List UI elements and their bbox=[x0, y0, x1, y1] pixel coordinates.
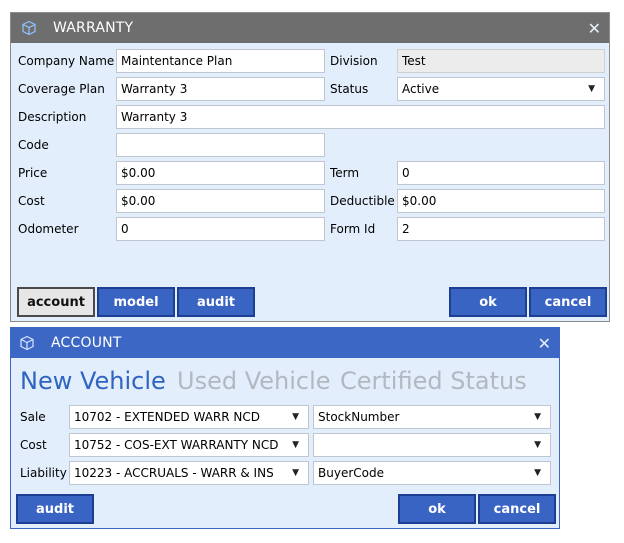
warranty-titlebar[interactable]: WARRANTY ✕ bbox=[11, 13, 609, 43]
account-window: ACCOUNT ✕ New Vehicle Used Vehicle Certi… bbox=[10, 327, 560, 529]
odometer-label: Odometer bbox=[18, 222, 79, 236]
sale-label: Sale bbox=[20, 410, 46, 424]
liability-label: Liability bbox=[20, 466, 67, 480]
cost-account-value: 10752 - COS-EXT WARRANTY NCD bbox=[74, 438, 279, 452]
division-field: Test bbox=[397, 49, 605, 73]
cube-icon bbox=[19, 18, 39, 38]
liability-account-select[interactable]: 10223 - ACCRUALS - WARR & INS ▼ bbox=[69, 461, 309, 485]
sale-field-value: StockNumber bbox=[318, 410, 400, 424]
cancel-button[interactable]: cancel bbox=[478, 494, 556, 524]
chevron-down-icon: ▼ bbox=[292, 412, 299, 422]
liability-field-value: BuyerCode bbox=[318, 466, 384, 480]
tab-certified-status[interactable]: Certified Status bbox=[340, 366, 527, 396]
ok-button[interactable]: ok bbox=[398, 494, 476, 524]
cost-label: Cost bbox=[20, 438, 47, 452]
warranty-window: WARRANTY ✕ Company Name Coverage Plan De… bbox=[10, 12, 610, 322]
code-label: Code bbox=[18, 138, 49, 152]
window-title: WARRANTY bbox=[53, 20, 134, 36]
audit-button[interactable]: audit bbox=[16, 494, 94, 524]
deductible-field[interactable]: $0.00 bbox=[397, 189, 605, 213]
tab-new-vehicle[interactable]: New Vehicle bbox=[20, 366, 166, 396]
deductible-label: Deductible bbox=[330, 194, 395, 208]
chevron-down-icon: ▼ bbox=[588, 84, 595, 94]
form-id-label: Form Id bbox=[330, 222, 376, 236]
term-field[interactable]: 0 bbox=[397, 161, 605, 185]
description-label: Description bbox=[18, 110, 87, 124]
audit-button[interactable]: audit bbox=[177, 287, 255, 317]
status-select[interactable]: Active ▼ bbox=[397, 77, 605, 101]
account-titlebar[interactable]: ACCOUNT ✕ bbox=[11, 328, 559, 358]
cost-field[interactable]: $0.00 bbox=[116, 189, 325, 213]
sale-account-value: 10702 - EXTENDED WARR NCD bbox=[74, 410, 260, 424]
price-label: Price bbox=[18, 166, 48, 180]
form-id-field[interactable]: 2 bbox=[397, 217, 605, 241]
cost-field-select[interactable]: ▼ bbox=[313, 433, 551, 457]
account-form: New Vehicle Used Vehicle Certified Statu… bbox=[11, 358, 559, 528]
odometer-field[interactable]: 0 bbox=[116, 217, 325, 241]
tab-used-vehicle[interactable]: Used Vehicle bbox=[177, 366, 331, 396]
term-label: Term bbox=[330, 166, 360, 180]
warranty-form: Company Name Coverage Plan Description C… bbox=[11, 43, 609, 321]
chevron-down-icon: ▼ bbox=[534, 468, 541, 478]
company-name-field[interactable]: Maintentance Plan bbox=[116, 49, 325, 73]
price-field[interactable]: $0.00 bbox=[116, 161, 325, 185]
window-title: ACCOUNT bbox=[51, 335, 122, 351]
sale-account-select[interactable]: 10702 - EXTENDED WARR NCD ▼ bbox=[69, 405, 309, 429]
liability-account-value: 10223 - ACCRUALS - WARR & INS bbox=[74, 466, 274, 480]
status-value: Active bbox=[402, 82, 440, 96]
coverage-plan-label: Coverage Plan bbox=[18, 82, 105, 96]
model-button[interactable]: model bbox=[97, 287, 175, 317]
description-field[interactable]: Warranty 3 bbox=[116, 105, 605, 129]
status-label: Status bbox=[330, 82, 369, 96]
cost-account-select[interactable]: 10752 - COS-EXT WARRANTY NCD ▼ bbox=[69, 433, 309, 457]
chevron-down-icon: ▼ bbox=[292, 440, 299, 450]
division-label: Division bbox=[330, 54, 378, 68]
account-button[interactable]: account bbox=[17, 287, 95, 317]
close-icon[interactable]: ✕ bbox=[538, 328, 551, 358]
ok-button[interactable]: ok bbox=[449, 287, 527, 317]
cancel-button[interactable]: cancel bbox=[529, 287, 607, 317]
liability-field-select[interactable]: BuyerCode ▼ bbox=[313, 461, 551, 485]
chevron-down-icon: ▼ bbox=[534, 412, 541, 422]
close-icon[interactable]: ✕ bbox=[588, 13, 601, 43]
sale-field-select[interactable]: StockNumber ▼ bbox=[313, 405, 551, 429]
code-field[interactable] bbox=[116, 133, 325, 157]
chevron-down-icon: ▼ bbox=[292, 468, 299, 478]
cost-label: Cost bbox=[18, 194, 45, 208]
cube-icon bbox=[17, 333, 37, 353]
chevron-down-icon: ▼ bbox=[534, 440, 541, 450]
company-name-label: Company Name bbox=[18, 54, 115, 68]
coverage-plan-field[interactable]: Warranty 3 bbox=[116, 77, 325, 101]
